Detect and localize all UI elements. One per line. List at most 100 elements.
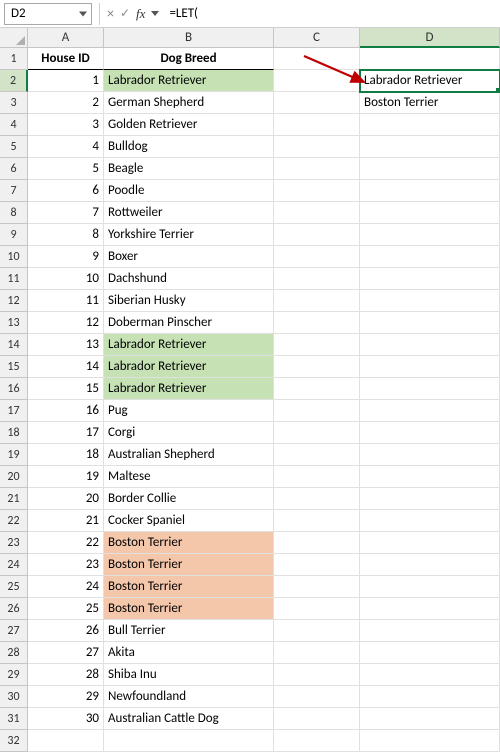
cell-dog-breed[interactable]: Shiba Inu	[104, 664, 274, 686]
row-header[interactable]: 7	[0, 180, 28, 202]
row-header[interactable]: 32	[0, 730, 28, 752]
cell-result[interactable]	[360, 400, 500, 422]
cell-result[interactable]	[360, 598, 500, 620]
cell-dog-breed[interactable]: Golden Retriever	[104, 114, 274, 136]
cell[interactable]	[274, 268, 360, 290]
cell-house-id[interactable]: 6	[28, 180, 104, 202]
row-header[interactable]: 27	[0, 620, 28, 642]
cancel-icon[interactable]: ×	[107, 5, 114, 22]
cell-house-id[interactable]: 11	[28, 290, 104, 312]
cell[interactable]	[274, 114, 360, 136]
cell-house-id[interactable]: 13	[28, 334, 104, 356]
cell-result[interactable]	[360, 488, 500, 510]
cell-result[interactable]	[360, 246, 500, 268]
cell-dog-breed[interactable]: Akita	[104, 642, 274, 664]
cell[interactable]	[274, 224, 360, 246]
cell-dog-breed[interactable]: Dachshund	[104, 268, 274, 290]
cell-result[interactable]	[360, 444, 500, 466]
fx-icon[interactable]: fx	[136, 6, 145, 22]
cell-house-id[interactable]: 19	[28, 466, 104, 488]
cell[interactable]	[274, 312, 360, 334]
cell-result[interactable]	[360, 642, 500, 664]
row-header[interactable]: 4	[0, 114, 28, 136]
row-header[interactable]: 11	[0, 268, 28, 290]
row-header[interactable]: 24	[0, 554, 28, 576]
cell-result[interactable]: Labrador Retriever	[360, 70, 500, 92]
cell-dog-breed[interactable]: Pug	[104, 400, 274, 422]
cell-house-id[interactable]: 18	[28, 444, 104, 466]
row-header[interactable]: 1	[0, 48, 28, 70]
cell[interactable]	[274, 532, 360, 554]
cell-result[interactable]	[360, 466, 500, 488]
cell[interactable]	[274, 136, 360, 158]
cell[interactable]	[274, 620, 360, 642]
cell-result[interactable]	[360, 158, 500, 180]
column-header-c[interactable]: C	[274, 28, 360, 48]
cell-result[interactable]	[360, 136, 500, 158]
cell-house-id[interactable]: 27	[28, 642, 104, 664]
cell[interactable]	[274, 510, 360, 532]
column-header-a[interactable]: A	[28, 28, 104, 48]
row-header[interactable]: 23	[0, 532, 28, 554]
cell-result[interactable]: Boston Terrier	[360, 92, 500, 114]
row-header[interactable]: 20	[0, 466, 28, 488]
cell[interactable]	[274, 180, 360, 202]
cell-dog-breed[interactable]: Corgi	[104, 422, 274, 444]
cell-result[interactable]	[360, 620, 500, 642]
row-header[interactable]: 10	[0, 246, 28, 268]
row-header[interactable]: 8	[0, 202, 28, 224]
cell-dog-breed[interactable]: Border Collie	[104, 488, 274, 510]
cell[interactable]	[274, 444, 360, 466]
cell-dog-breed[interactable]: Labrador Retriever	[104, 356, 274, 378]
cell-house-id[interactable]: 24	[28, 576, 104, 598]
confirm-icon[interactable]: ✓	[120, 6, 130, 21]
cell-dog-breed[interactable]: Bull Terrier	[104, 620, 274, 642]
cell-house-id[interactable]: 28	[28, 664, 104, 686]
cell-house-id[interactable]: 9	[28, 246, 104, 268]
cell-dog-breed[interactable]: Boston Terrier	[104, 576, 274, 598]
cell-house-id[interactable]: 29	[28, 686, 104, 708]
cell-result[interactable]	[360, 224, 500, 246]
cell-dog-breed[interactable]: Australian Cattle Dog	[104, 708, 274, 730]
cell-dog-breed[interactable]: Labrador Retriever	[104, 70, 274, 92]
cell-dog-breed[interactable]: Rottweiler	[104, 202, 274, 224]
cell-dog-breed[interactable]: Boxer	[104, 246, 274, 268]
cell-house-id[interactable]: 22	[28, 532, 104, 554]
row-header[interactable]: 26	[0, 598, 28, 620]
cell-dog-breed[interactable]: Labrador Retriever	[104, 334, 274, 356]
cell-dog-breed[interactable]: Boston Terrier	[104, 598, 274, 620]
cell-result[interactable]	[360, 268, 500, 290]
cell-dog-breed[interactable]: Boston Terrier	[104, 554, 274, 576]
name-box[interactable]: D2	[4, 3, 92, 25]
row-header[interactable]: 19	[0, 444, 28, 466]
column-header-b[interactable]: B	[104, 28, 274, 48]
cell[interactable]	[274, 334, 360, 356]
row-header[interactable]: 29	[0, 664, 28, 686]
row-header[interactable]: 12	[0, 290, 28, 312]
select-all-corner[interactable]	[0, 28, 28, 48]
cell-dog-breed[interactable]: Boston Terrier	[104, 532, 274, 554]
cell[interactable]	[274, 576, 360, 598]
row-header[interactable]: 16	[0, 378, 28, 400]
cell-dog-breed[interactable]: Poodle	[104, 180, 274, 202]
cell-dog-breed[interactable]: Labrador Retriever	[104, 378, 274, 400]
cell-house-id[interactable]: 25	[28, 598, 104, 620]
cell-house-id[interactable]: 3	[28, 114, 104, 136]
cell-house-id[interactable]: 26	[28, 620, 104, 642]
cell-result[interactable]	[360, 378, 500, 400]
cell[interactable]	[274, 554, 360, 576]
row-header[interactable]: 2	[0, 70, 28, 92]
cell-result[interactable]	[360, 202, 500, 224]
cell[interactable]	[28, 730, 104, 752]
cell-house-id[interactable]: 10	[28, 268, 104, 290]
cell[interactable]	[274, 400, 360, 422]
row-header[interactable]: 31	[0, 708, 28, 730]
table-header-house-id[interactable]: House ID	[28, 48, 104, 70]
cell-result[interactable]	[360, 532, 500, 554]
row-header[interactable]: 22	[0, 510, 28, 532]
cell-dog-breed[interactable]: German Shepherd	[104, 92, 274, 114]
row-header[interactable]: 9	[0, 224, 28, 246]
cell-house-id[interactable]: 7	[28, 202, 104, 224]
cell-house-id[interactable]: 30	[28, 708, 104, 730]
cell-house-id[interactable]: 23	[28, 554, 104, 576]
